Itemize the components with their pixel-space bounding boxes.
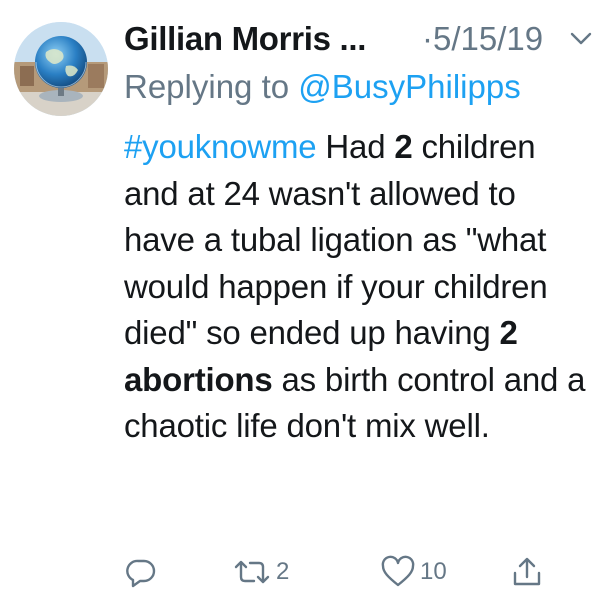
action-bar: 2 10 xyxy=(124,552,584,592)
tweet-text: #youknowme Had 2 children and at 24 wasn… xyxy=(124,124,594,450)
like-count: 10 xyxy=(420,558,447,585)
separator-dot: · xyxy=(422,20,433,57)
replying-to: Replying to @BusyPhilipps xyxy=(124,68,521,106)
avatar-image xyxy=(14,22,108,116)
tweet-date[interactable]: ·5/15/19 xyxy=(422,20,543,58)
hashtag-link[interactable]: #youknowme xyxy=(124,128,317,165)
reply-icon xyxy=(124,555,158,589)
retweet-count: 2 xyxy=(276,558,290,585)
chevron-down-icon[interactable] xyxy=(570,32,592,46)
date-label: 5/15/19 xyxy=(433,20,544,57)
share-button[interactable] xyxy=(510,552,544,592)
tweet-text-bold: 2 xyxy=(394,128,413,165)
tweet-text-part: Had xyxy=(316,128,395,165)
author-name[interactable]: Gillian Morris ... xyxy=(124,20,366,58)
retweet-icon xyxy=(232,555,272,589)
tweet-header: Gillian Morris ... ·5/15/19 xyxy=(124,18,604,66)
replying-prefix: Replying to xyxy=(124,68,299,105)
heart-icon xyxy=(380,555,416,589)
replying-handle-link[interactable]: @BusyPhilipps xyxy=(298,68,520,105)
avatar[interactable] xyxy=(14,22,108,116)
reply-button[interactable] xyxy=(124,552,158,592)
like-button[interactable]: 10 xyxy=(380,552,447,592)
share-icon xyxy=(510,555,544,589)
retweet-button[interactable]: 2 xyxy=(232,552,289,592)
